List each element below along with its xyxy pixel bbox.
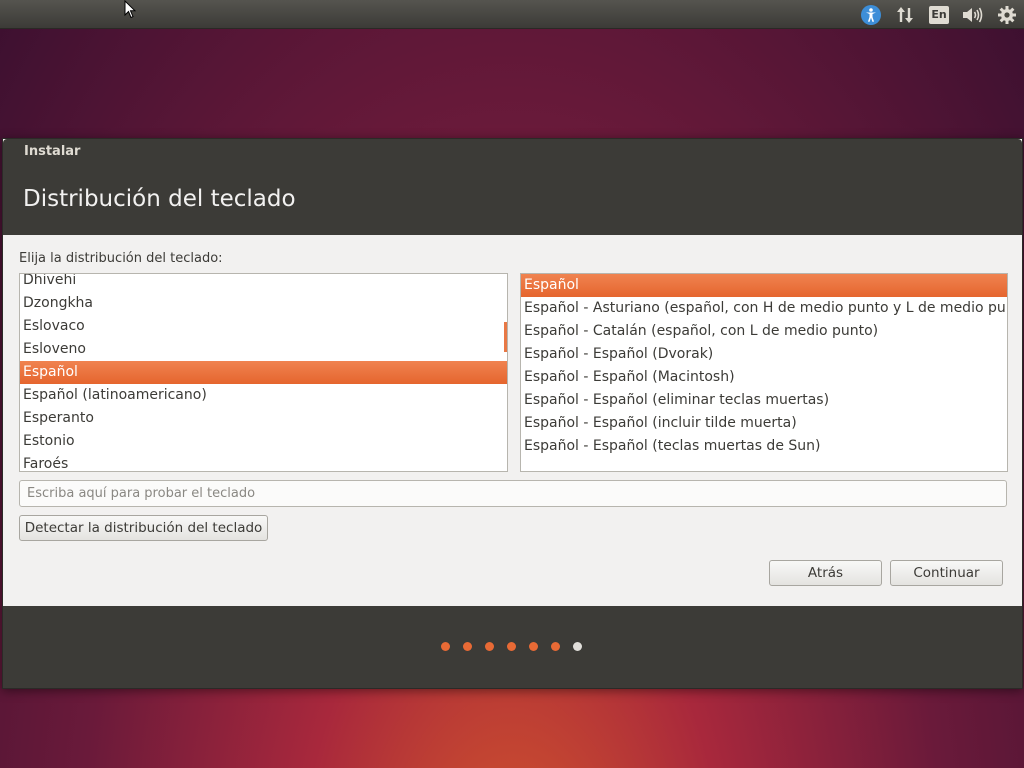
layout-list-item[interactable]: Eslovaco: [20, 315, 507, 338]
layout-list-item[interactable]: Faroés: [20, 453, 507, 471]
mouse-cursor-icon: [124, 0, 137, 23]
page-title: Distribución del teclado: [23, 186, 296, 212]
layout-list-item[interactable]: Español: [20, 361, 507, 384]
keyboard-indicator[interactable]: En: [927, 0, 951, 29]
back-button[interactable]: Atrás: [769, 560, 882, 586]
progress-dot: [551, 642, 560, 651]
variant-list-item[interactable]: Español - Español (incluir tilde muerta): [521, 412, 1007, 435]
layout-list-scrollbar[interactable]: [504, 322, 507, 352]
keyboard-test-input[interactable]: [19, 480, 1007, 507]
variant-list-item[interactable]: Español: [521, 274, 1007, 297]
layout-list-item[interactable]: Esloveno: [20, 338, 507, 361]
progress-dots: [441, 642, 582, 651]
detect-layout-button[interactable]: Detectar la distribución del teclado: [19, 515, 268, 541]
variant-list-item[interactable]: Español - Español (Dvorak): [521, 343, 1007, 366]
progress-dot: [529, 642, 538, 651]
variant-list[interactable]: Español Español - Asturiano (español, con…: [520, 273, 1008, 472]
layout-list-item[interactable]: Esperanto: [20, 407, 507, 430]
window-title: Instalar: [24, 144, 81, 159]
progress-dot: [463, 642, 472, 651]
layout-list-item[interactable]: Estonio: [20, 430, 507, 453]
variant-list-item[interactable]: Español - Español (eliminar teclas muert…: [521, 389, 1007, 412]
progress-dot: [573, 642, 582, 651]
progress-dot: [507, 642, 516, 651]
progress-dot: [485, 642, 494, 651]
accessibility-icon[interactable]: [859, 0, 883, 29]
variant-list-item[interactable]: Español - Español (teclas muertas de Sun…: [521, 435, 1007, 458]
layout-list[interactable]: Dhivehi Dzongkha Eslovaco Esloveno Español Es…: [19, 273, 508, 472]
top-panel: En: [0, 0, 1024, 29]
variant-list-item[interactable]: Español - Español (Macintosh): [521, 366, 1007, 389]
variant-list-item[interactable]: Español - Asturiano (español, con H de m…: [521, 297, 1007, 320]
volume-icon[interactable]: [960, 0, 984, 29]
window-header: Instalar Distribución del teclado: [3, 139, 1022, 235]
gear-icon[interactable]: [995, 0, 1019, 29]
variant-list-item[interactable]: Español - Catalán (español, con L de med…: [521, 320, 1007, 343]
layout-list-item[interactable]: Español (latinoamericano): [20, 384, 507, 407]
progress-dot: [441, 642, 450, 651]
progress-footer: [3, 606, 1022, 688]
layout-prompt: Elija la distribución del teclado:: [19, 251, 223, 266]
installer-window: Instalar Distribución del teclado Elija …: [2, 138, 1023, 689]
layout-list-item[interactable]: Dzongkha: [20, 292, 507, 315]
keyboard-indicator-label: En: [929, 5, 949, 24]
network-icon[interactable]: [893, 0, 917, 29]
layout-list-item[interactable]: Dhivehi: [20, 274, 507, 292]
continue-button[interactable]: Continuar: [890, 560, 1003, 586]
